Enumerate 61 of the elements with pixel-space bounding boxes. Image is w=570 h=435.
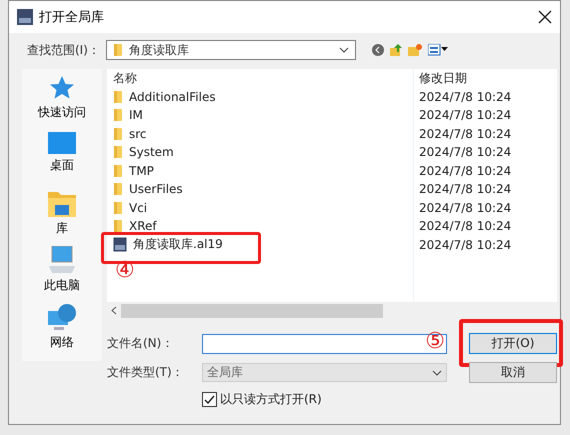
star-icon bbox=[49, 75, 75, 101]
chevron-down-icon bbox=[338, 47, 349, 53]
date-cell-text: 2024/7/8 10:24 bbox=[418, 219, 512, 234]
sidebar-item[interactable]: 桌面 bbox=[48, 132, 76, 180]
look-in-dropdown[interactable]: 角度读取库 bbox=[106, 40, 356, 60]
file-icon bbox=[113, 237, 127, 252]
computer-icon bbox=[49, 246, 75, 274]
file-row[interactable]: AdditionalFiles bbox=[107, 88, 414, 106]
sidebar-item[interactable]: 网络 bbox=[48, 303, 76, 351]
file-type-label: 文件类型(T)： bbox=[107, 364, 185, 381]
window-title: 打开全局库 bbox=[39, 9, 105, 26]
view-menu-icon[interactable] bbox=[428, 44, 448, 56]
sidebar-item[interactable]: 快速访问 bbox=[38, 75, 86, 123]
look-in-label: 查找范围(I)： bbox=[27, 42, 100, 58]
date-cell-text: 2024/7/8 10:24 bbox=[418, 182, 512, 196]
network-icon bbox=[48, 303, 76, 331]
column-header[interactable]: 名称 bbox=[113, 70, 137, 87]
close-icon[interactable] bbox=[538, 10, 552, 24]
file-name-field[interactable] bbox=[202, 334, 447, 354]
date-cell-text: 2024/7/8 10:24 bbox=[418, 145, 512, 160]
cancel-button[interactable]: 取消 bbox=[469, 362, 557, 383]
app-icon bbox=[17, 9, 33, 25]
folder-icon bbox=[48, 189, 76, 217]
file-row[interactable]: src bbox=[107, 124, 414, 143]
file-row[interactable]: TMP bbox=[107, 162, 414, 180]
file-type-dropdown[interactable]: 全局库 bbox=[202, 363, 447, 382]
folder-icon bbox=[113, 219, 123, 234]
date-cell-text: 2024/7/8 10:24 bbox=[418, 200, 512, 215]
date-cell-text: 2024/7/8 10:24 bbox=[418, 164, 512, 178]
chevron-down-icon bbox=[432, 370, 442, 376]
column-header[interactable]: 修改日期 bbox=[414, 70, 467, 87]
file-row[interactable]: Vci bbox=[107, 198, 414, 217]
desktop-icon bbox=[48, 132, 76, 154]
date-cell-text: 2024/7/8 10:24 bbox=[418, 238, 512, 252]
read-only-checkbox[interactable]: 以只读方式打开(R) bbox=[202, 391, 557, 408]
new-folder-icon[interactable] bbox=[408, 44, 422, 56]
file-row[interactable]: XRef bbox=[107, 217, 414, 236]
file-row[interactable]: IM bbox=[107, 106, 414, 124]
folder-icon bbox=[113, 164, 123, 178]
sidebar-item[interactable]: 此电脑 bbox=[44, 246, 80, 294]
file-row[interactable]: 角度读取库.al19 bbox=[107, 236, 414, 254]
file-row[interactable]: UserFiles bbox=[107, 180, 414, 198]
folder-icon bbox=[113, 145, 123, 160]
folder-icon bbox=[113, 126, 123, 141]
chevron-left-icon[interactable] bbox=[111, 306, 117, 315]
checkmark-icon bbox=[204, 394, 215, 405]
up-folder-icon[interactable] bbox=[390, 44, 402, 56]
folder-icon bbox=[113, 90, 123, 104]
step-number: ⑤ bbox=[425, 330, 445, 352]
folder-icon bbox=[112, 43, 123, 57]
sidebar-item[interactable]: 库 bbox=[48, 189, 76, 237]
open-button[interactable]: 打开(O) bbox=[469, 333, 557, 354]
file-row[interactable]: System bbox=[107, 143, 414, 162]
date-cell-text: 2024/7/8 10:24 bbox=[418, 126, 512, 141]
date-cell-text: 2024/7/8 10:24 bbox=[418, 90, 512, 104]
file-name-label: 文件名(N)： bbox=[107, 335, 174, 352]
back-icon[interactable] bbox=[372, 44, 384, 56]
folder-icon bbox=[113, 200, 123, 215]
folder-icon bbox=[113, 108, 123, 122]
folder-icon bbox=[113, 182, 123, 196]
date-cell-text: 2024/7/8 10:24 bbox=[418, 108, 512, 122]
